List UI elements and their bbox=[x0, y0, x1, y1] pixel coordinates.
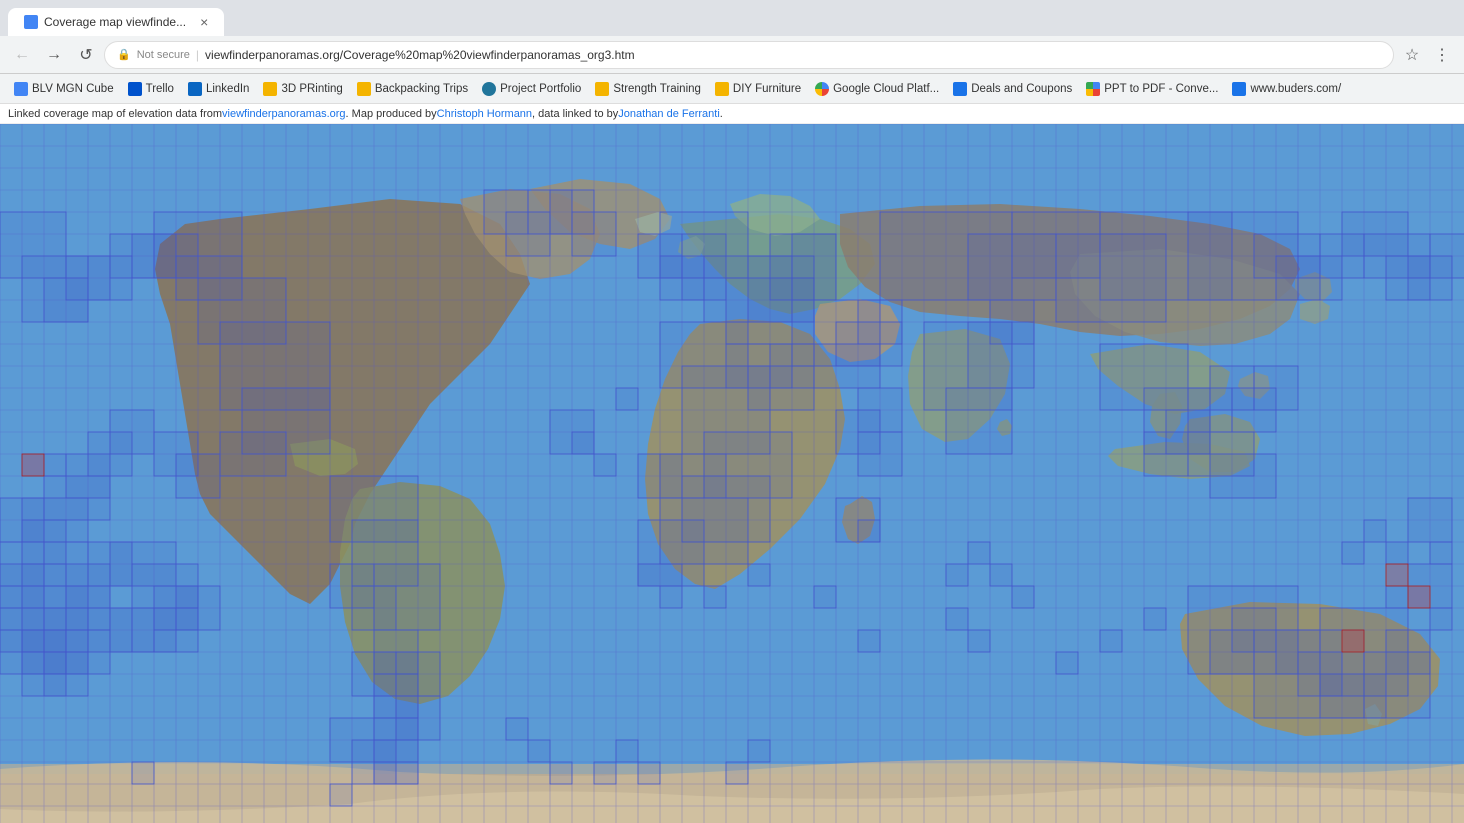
bookmark-icon-portfolio bbox=[482, 82, 496, 96]
bookmark-icon-linkedin bbox=[188, 82, 202, 96]
bookmark-portfolio[interactable]: Project Portfolio bbox=[476, 80, 587, 98]
bookmark-icon-buders bbox=[1232, 82, 1246, 96]
more-button[interactable]: ⋮ bbox=[1428, 41, 1456, 69]
bookmark-label-blv: BLV MGN Cube bbox=[32, 83, 114, 95]
security-label: Not secure bbox=[137, 49, 190, 61]
nav-actions: ☆ ⋮ bbox=[1398, 41, 1456, 69]
bookmark-deals[interactable]: Deals and Coupons bbox=[947, 80, 1078, 98]
bookmark-label-trello: Trello bbox=[146, 83, 174, 95]
bookmark-diy[interactable]: DIY Furniture bbox=[709, 80, 807, 98]
bookmark-label-buders: www.buders.com/ bbox=[1250, 83, 1341, 95]
bookmark-label-portfolio: Project Portfolio bbox=[500, 83, 581, 95]
tab-close-button[interactable]: × bbox=[200, 14, 208, 30]
info-link-author[interactable]: Christoph Hormann bbox=[437, 108, 532, 120]
bookmark-trello[interactable]: Trello bbox=[122, 80, 180, 98]
tab-title: Coverage map viewfinde... bbox=[44, 15, 186, 29]
info-text-period: . bbox=[720, 108, 723, 120]
bookmark-icon-diy bbox=[715, 82, 729, 96]
bookmark-icon-deals bbox=[953, 82, 967, 96]
info-text-end1: , data linked to by bbox=[532, 108, 618, 120]
bookmark-label-linkedin: LinkedIn bbox=[206, 83, 249, 95]
info-link-data[interactable]: Jonathan de Ferranti bbox=[618, 108, 720, 120]
bookmark-button[interactable]: ☆ bbox=[1398, 41, 1426, 69]
security-icon: 🔒 bbox=[117, 48, 131, 61]
bookmark-icon-trello bbox=[128, 82, 142, 96]
bookmark-label-gcloud: Google Cloud Platf... bbox=[833, 83, 939, 95]
bookmark-label-3dp: 3D PRinting bbox=[281, 83, 342, 95]
back-button[interactable]: ← bbox=[8, 41, 36, 69]
bookmark-icon-ppt bbox=[1086, 82, 1100, 96]
tab-favicon bbox=[24, 15, 38, 29]
info-text-mid: . Map produced by bbox=[346, 108, 437, 120]
bookmark-blv[interactable]: BLV MGN Cube bbox=[8, 80, 120, 98]
forward-button[interactable]: → bbox=[40, 41, 68, 69]
separator: | bbox=[196, 48, 199, 62]
bookmark-icon-3dp bbox=[263, 82, 277, 96]
bookmark-label-backpacking: Backpacking Trips bbox=[375, 83, 468, 95]
bookmark-3dp[interactable]: 3D PRinting bbox=[257, 80, 348, 98]
bookmark-icon-blv bbox=[14, 82, 28, 96]
bookmark-linkedin[interactable]: LinkedIn bbox=[182, 80, 255, 98]
tab-bar: Coverage map viewfinde... × bbox=[0, 0, 1464, 36]
bookmark-label-ppt: PPT to PDF - Conve... bbox=[1104, 83, 1218, 95]
bookmark-label-diy: DIY Furniture bbox=[733, 83, 801, 95]
address-bar[interactable]: 🔒 Not secure | viewfinderpanoramas.org/C… bbox=[104, 41, 1394, 69]
navigation-bar: ← → ↺ 🔒 Not secure | viewfinderpanoramas… bbox=[0, 36, 1464, 74]
map-container bbox=[0, 124, 1464, 823]
bookmark-icon-gcloud bbox=[815, 82, 829, 96]
bookmark-gcloud[interactable]: Google Cloud Platf... bbox=[809, 80, 945, 98]
bookmark-buders[interactable]: www.buders.com/ bbox=[1226, 80, 1347, 98]
world-map-svg[interactable] bbox=[0, 124, 1464, 823]
reload-button[interactable]: ↺ bbox=[72, 41, 100, 69]
bookmark-ppt[interactable]: PPT to PDF - Conve... bbox=[1080, 80, 1224, 98]
bookmark-icon-strength bbox=[595, 82, 609, 96]
bookmark-strength[interactable]: Strength Training bbox=[589, 80, 707, 98]
active-tab[interactable]: Coverage map viewfinde... × bbox=[8, 8, 224, 36]
url-text: viewfinderpanoramas.org/Coverage%20map%2… bbox=[205, 48, 1381, 62]
bookmarks-bar: BLV MGN Cube Trello LinkedIn 3D PRinting… bbox=[0, 74, 1464, 104]
bookmark-label-strength: Strength Training bbox=[613, 83, 701, 95]
info-text-start: Linked coverage map of elevation data fr… bbox=[8, 108, 222, 120]
info-bar: Linked coverage map of elevation data fr… bbox=[0, 104, 1464, 124]
bookmark-icon-backpacking bbox=[357, 82, 371, 96]
info-link-site[interactable]: viewfinderpanoramas.org bbox=[222, 108, 346, 120]
bookmark-label-deals: Deals and Coupons bbox=[971, 83, 1072, 95]
bookmark-backpacking[interactable]: Backpacking Trips bbox=[351, 80, 474, 98]
